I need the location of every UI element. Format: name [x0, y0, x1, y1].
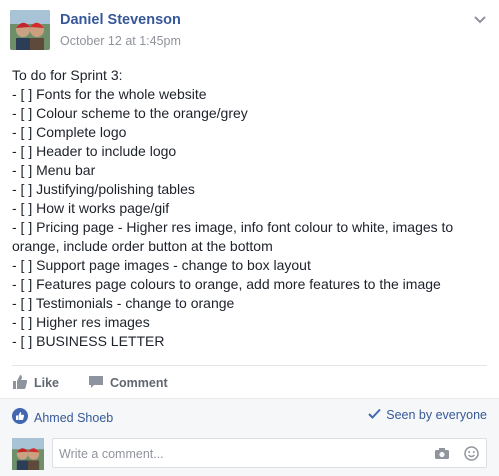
post-line: - [ ] Complete logo: [12, 124, 127, 140]
post-line: - [ ] Justifying/polishing tables: [12, 181, 195, 197]
like-reaction-icon: [12, 408, 28, 427]
emoji-icon[interactable]: [464, 446, 479, 466]
post-line: - [ ] Header to include logo: [12, 143, 177, 159]
speech-bubble-icon: [88, 374, 104, 393]
liker[interactable]: Ahmed Shoeb: [12, 408, 113, 427]
comment-label: Comment: [110, 376, 168, 390]
post-line: To do for Sprint 3:: [12, 67, 123, 83]
post-line: - [ ] Testimonials - change to orange: [12, 295, 235, 311]
comment-input-icons: [434, 446, 479, 466]
checkmark-icon: [368, 408, 381, 422]
comment-button[interactable]: Comment: [88, 373, 168, 393]
post-timestamp[interactable]: October 12 at 1:45pm: [60, 34, 181, 48]
post-line: - [ ] Pricing page - Higher res image, i…: [12, 219, 454, 254]
like-button[interactable]: Like: [12, 373, 59, 393]
like-label: Like: [34, 376, 60, 390]
liker-name: Ahmed Shoeb: [34, 410, 114, 425]
post-line: - [ ] Menu bar: [12, 162, 96, 178]
author-name[interactable]: Daniel Stevenson: [60, 12, 181, 28]
author-avatar[interactable]: [10, 10, 50, 50]
seen-indicator[interactable]: Seen by everyone: [368, 408, 487, 422]
post-actions-bar: Like Comment: [12, 365, 487, 398]
viewer-avatar: [12, 438, 44, 470]
post-line: - [ ] Support page images - change to bo…: [12, 257, 311, 273]
post-content: To do for Sprint 3: - [ ] Fonts for the …: [12, 66, 490, 351]
post-line: - [ ] Higher res images: [12, 314, 150, 330]
facebook-post: Daniel Stevenson October 12 at 1:45pm To…: [0, 0, 499, 476]
reactions-bar: Ahmed Shoeb Seen by everyone: [0, 398, 499, 433]
comment-input[interactable]: Write a comment...: [52, 438, 487, 468]
chevron-down-icon[interactable]: [473, 12, 487, 24]
seen-label: Seen by everyone: [386, 408, 487, 422]
post-line: - [ ] Features page colours to orange, a…: [12, 276, 441, 292]
post-line: - [ ] How it works page/gif: [12, 200, 170, 216]
thumbs-up-icon: [12, 374, 28, 393]
post-line: - [ ] Colour scheme to the orange/grey: [12, 105, 248, 121]
comment-composer: Write a comment...: [0, 432, 499, 476]
camera-icon[interactable]: [434, 447, 450, 465]
post-line: - [ ] Fonts for the whole website: [12, 86, 207, 102]
post-line: - [ ] BUSINESS LETTER: [12, 333, 165, 349]
